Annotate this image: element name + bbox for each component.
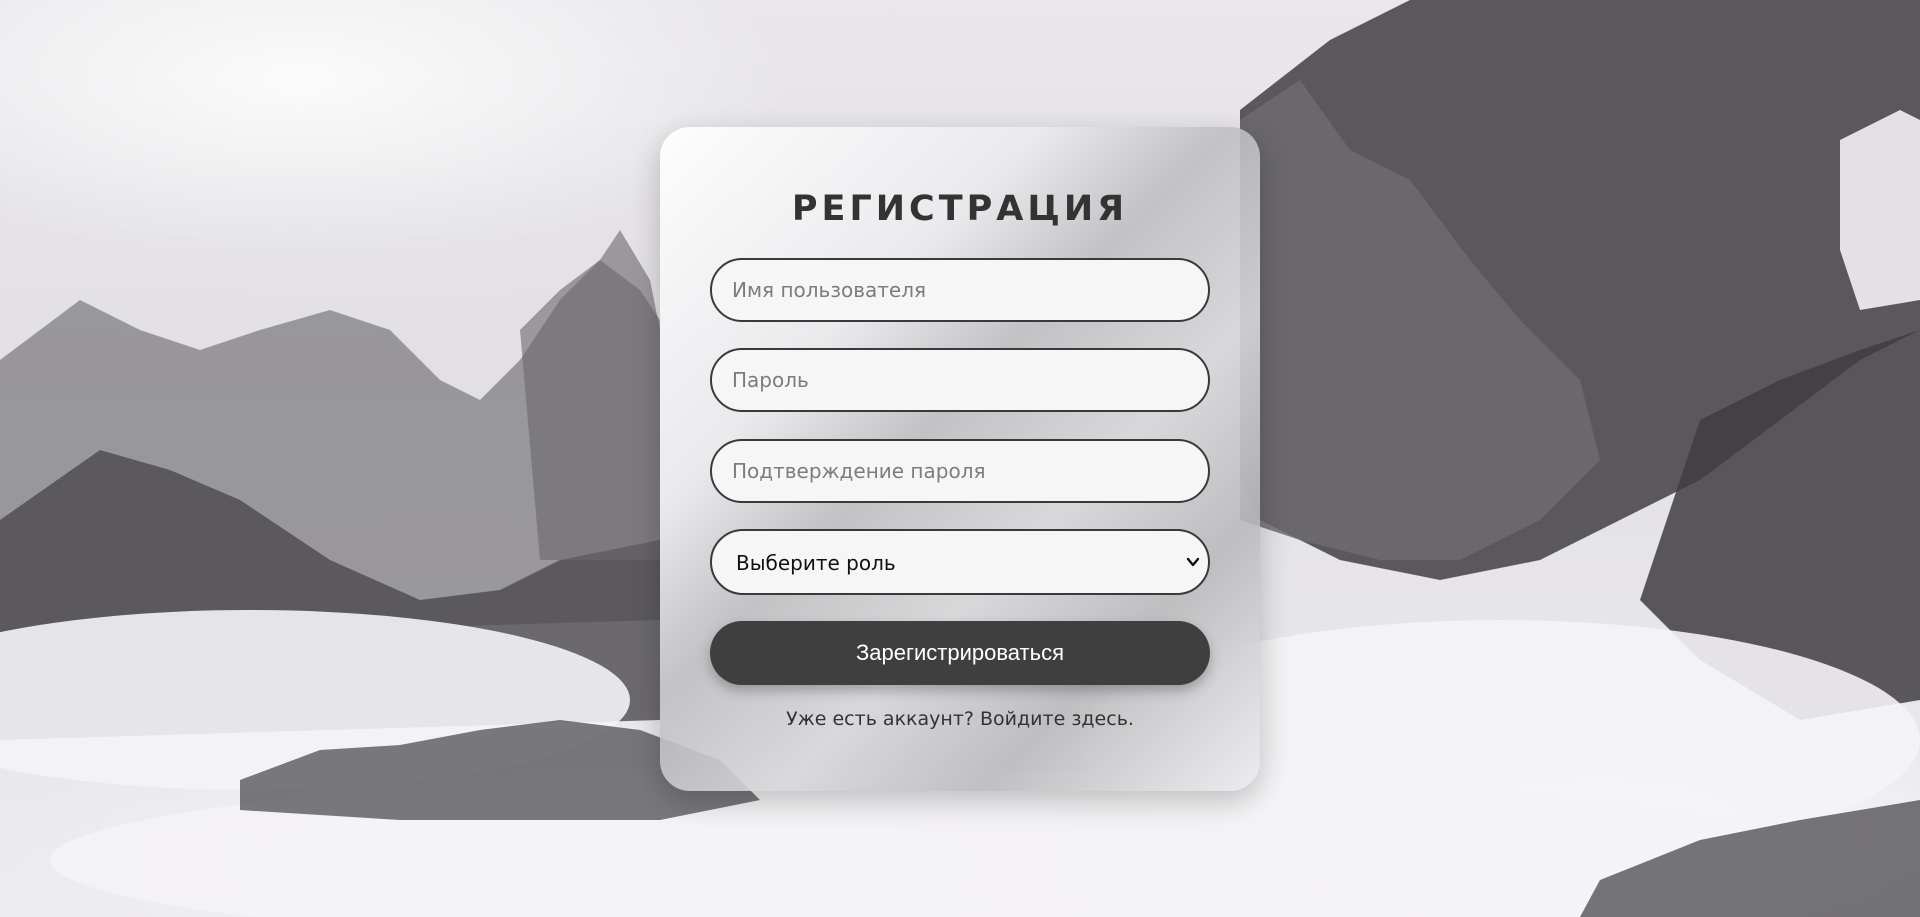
password-input[interactable] [710, 348, 1210, 412]
page-title: РЕГИСТРАЦИЯ [791, 189, 1129, 229]
role-select[interactable]: Выберите роль [710, 529, 1210, 595]
role-select-value: Выберите роль [736, 551, 896, 575]
register-button[interactable]: Зарегистрироваться [710, 621, 1210, 685]
chevron-down-icon [1186, 557, 1200, 567]
login-link[interactable]: Уже есть аккаунт? Войдите здесь. [660, 708, 1260, 730]
registration-card: РЕГИСТРАЦИЯ Выберите роль Зарегистрирова… [660, 127, 1260, 791]
confirm-password-input[interactable] [710, 439, 1210, 503]
username-input[interactable] [710, 258, 1210, 322]
